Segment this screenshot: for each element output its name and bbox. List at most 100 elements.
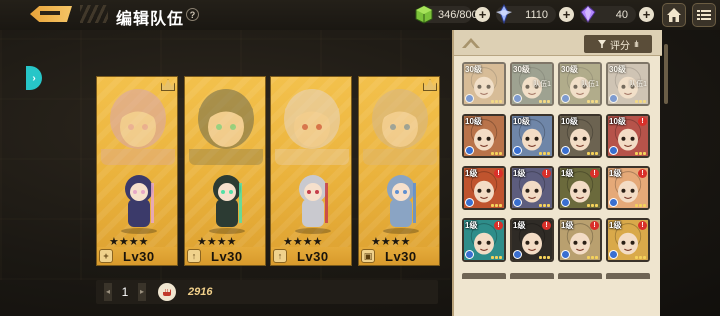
- hero-portrait: [189, 89, 263, 165]
- hero-slot-partial[interactable]: [462, 273, 506, 279]
- back-arrow-notch: [40, 11, 60, 15]
- hero-roster-item[interactable]: 1级 !: [462, 166, 506, 210]
- star-pips: [635, 152, 646, 155]
- team-slot-card[interactable]: ★★★★ ▣ Lv30: [358, 76, 440, 266]
- menu-button[interactable]: [692, 3, 716, 27]
- star-pips: [539, 152, 550, 155]
- star-pips: [491, 204, 502, 207]
- hero-roster-item[interactable]: 30级 队伍1: [510, 62, 554, 106]
- hero-roster-item[interactable]: 1级 !: [510, 218, 554, 262]
- star-pips: [635, 256, 646, 259]
- hero-portrait: [101, 89, 175, 165]
- team-page-number: 1: [121, 285, 129, 299]
- rank-emblem-icon: [465, 198, 474, 207]
- star-pips: [587, 204, 598, 207]
- team-slot-card[interactable]: ★★★★ ↑ Lv30: [270, 76, 352, 266]
- hero-level: Lv30: [297, 249, 329, 264]
- hero-roster-item[interactable]: 1级 !: [558, 218, 602, 262]
- role-badge-icon: ▣: [361, 249, 375, 263]
- hero-level-tag: 10级: [465, 117, 482, 126]
- hero-slot-partial[interactable]: [558, 273, 602, 279]
- rank-emblem-icon: [609, 94, 618, 103]
- hero-roster-item[interactable]: 30级: [462, 62, 506, 106]
- hero-slot-partial[interactable]: [510, 273, 554, 279]
- team-slot-card[interactable]: ★★★★ ↑ Lv30: [184, 76, 266, 266]
- hero-level-tag: 1级: [561, 221, 574, 230]
- hero-chibi-sprite: [209, 175, 245, 234]
- team-footer-bar: ◂ 1 ▸ 2916: [96, 280, 438, 304]
- star-pips: [587, 256, 598, 259]
- help-icon[interactable]: ?: [186, 8, 199, 21]
- hero-chibi-sprite: [295, 175, 331, 234]
- role-badge-icon: +: [99, 249, 113, 263]
- hero-roster-item[interactable]: 10级 !: [606, 114, 650, 158]
- alert-badge-icon: !: [638, 169, 647, 178]
- star-pips: [539, 256, 550, 259]
- alert-badge-icon: !: [494, 169, 503, 178]
- team-power: 2916: [158, 283, 228, 301]
- star-pips: [635, 100, 646, 103]
- in-team-tag: 队伍1: [629, 81, 647, 88]
- gem-icon: [580, 5, 596, 23]
- hero-roster-item[interactable]: 10级: [462, 114, 506, 158]
- rank-emblem-icon: [513, 198, 522, 207]
- hero-level: Lv30: [385, 249, 417, 264]
- hero-grid-next-row: [462, 273, 654, 279]
- rank-emblem-icon: [561, 250, 570, 259]
- star-pips: [539, 100, 550, 103]
- hero-roster-item[interactable]: 1级 !: [606, 166, 650, 210]
- back-button[interactable]: [30, 4, 80, 24]
- menu-icon: [697, 10, 711, 20]
- alert-badge-icon: !: [494, 221, 503, 230]
- hero-roster-item[interactable]: 1级 !: [510, 166, 554, 210]
- hero-chibi-sprite: [121, 175, 157, 234]
- hero-roster-item[interactable]: 30级 队伍1: [558, 62, 602, 106]
- hero-slot-partial[interactable]: [606, 273, 650, 279]
- prev-team-button[interactable]: ◂: [104, 283, 112, 301]
- sort-button[interactable]: 评分 ılı: [584, 35, 652, 53]
- rank-emblem-icon: [561, 94, 570, 103]
- hero-portrait: [363, 89, 437, 165]
- rank-emblem-icon: [609, 146, 618, 155]
- alert-badge-icon: !: [590, 221, 599, 230]
- star-pips: [491, 256, 502, 259]
- hero-level-tag: 1级: [513, 169, 526, 178]
- hero-level-tag: 10级: [561, 117, 578, 126]
- hero-level-tag: 1级: [465, 221, 478, 230]
- collapse-chevron-icon[interactable]: [462, 38, 480, 48]
- hero-roster-panel: 评分 ılı 30级 30级 队伍1 30级 队伍1 30级 队伍1 10级 1…: [452, 30, 662, 316]
- hero-roster-item[interactable]: 1级 !: [462, 218, 506, 262]
- alert-badge-icon: !: [638, 117, 647, 126]
- gem-resource: 40 +: [580, 5, 654, 24]
- hero-roster-item[interactable]: 10级: [558, 114, 602, 158]
- rank-emblem-icon: [465, 146, 474, 155]
- hero-level-tag: 30级: [609, 65, 626, 74]
- hero-roster-item[interactable]: 30级 队伍1: [606, 62, 650, 106]
- crystal-resource: 1110 +: [496, 4, 574, 24]
- page-title: 编辑队伍: [116, 11, 185, 28]
- rank-emblem-icon: [609, 198, 618, 207]
- hero-grid: 30级 30级 队伍1 30级 队伍1 30级 队伍1 10级 10级 10级 …: [462, 62, 654, 262]
- next-team-button[interactable]: ▸: [138, 283, 146, 301]
- filter-funnel-icon: [597, 40, 606, 48]
- gem-add-button[interactable]: +: [639, 7, 654, 22]
- hero-level-tag: 1级: [561, 169, 574, 178]
- role-badge-icon: ↑: [273, 249, 287, 263]
- crystal-add-button[interactable]: +: [559, 7, 574, 22]
- hero-level-tag: 1级: [609, 221, 622, 230]
- hero-roster-item[interactable]: 1级 !: [558, 166, 602, 210]
- team-slot-card[interactable]: ★★★★ + Lv30: [96, 76, 178, 266]
- hero-roster-item[interactable]: 10级: [510, 114, 554, 158]
- home-button[interactable]: [662, 3, 686, 27]
- alert-badge-icon: !: [590, 169, 599, 178]
- alert-badge-icon: !: [542, 221, 551, 230]
- hero-roster-item[interactable]: 1级 !: [606, 218, 650, 262]
- rank-emblem-icon: [513, 250, 522, 259]
- roster-scrollbar[interactable]: [664, 44, 668, 104]
- stamina-add-button[interactable]: +: [475, 7, 490, 22]
- rank-emblem-icon: [465, 94, 474, 103]
- role-badge-icon: ↑: [187, 249, 201, 263]
- hero-level-bar: ↑ Lv30: [185, 247, 265, 265]
- hero-level-tag: 10级: [609, 117, 626, 126]
- stamina-resource: 346/800 +: [415, 5, 490, 24]
